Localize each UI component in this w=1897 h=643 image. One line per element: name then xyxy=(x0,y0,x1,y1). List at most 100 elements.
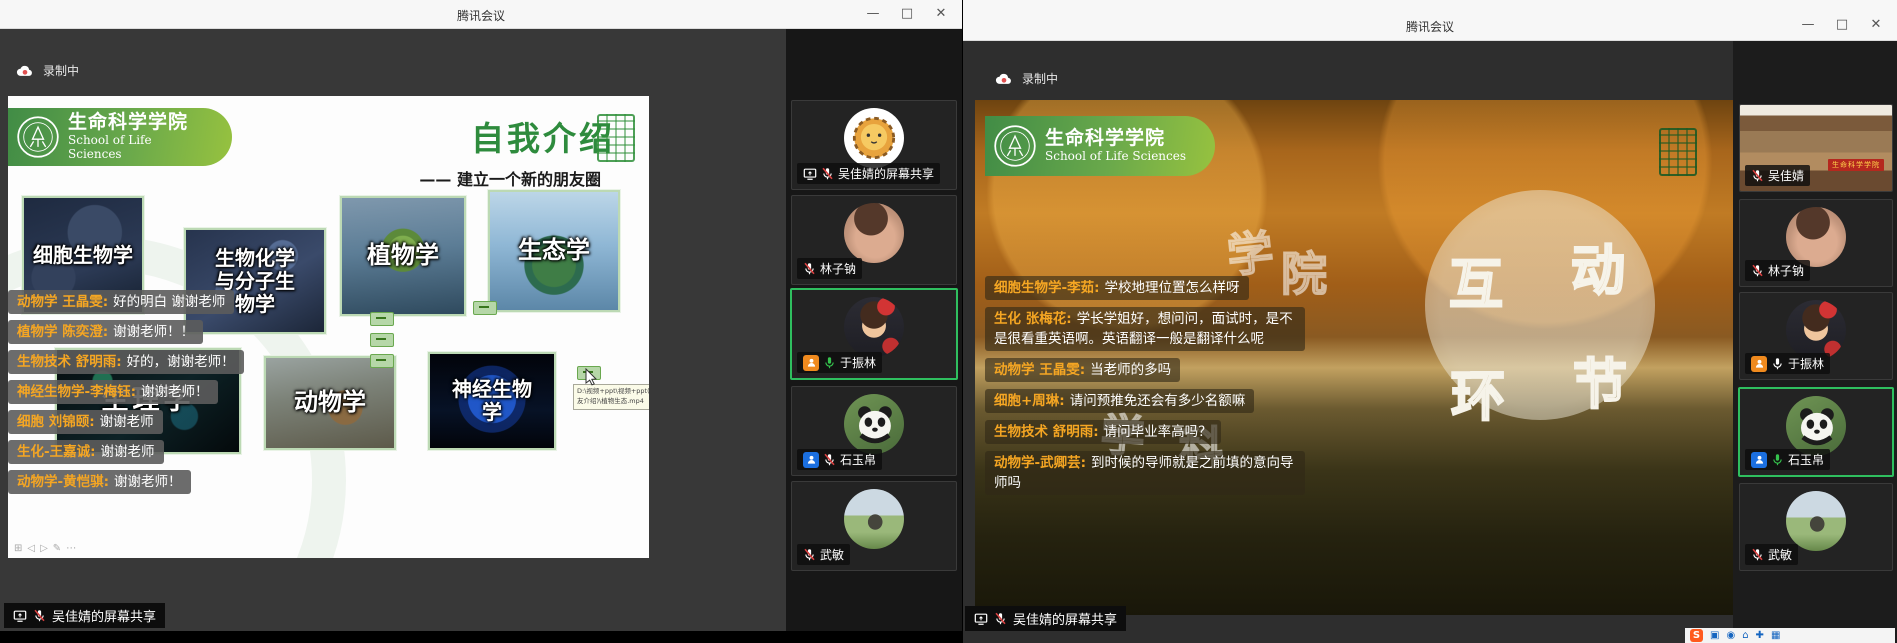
next-slide-icon[interactable]: ▷ xyxy=(40,543,48,554)
presenter-toolbar[interactable]: ⊞ ◁ ▷ ✎ ⋯ xyxy=(14,543,76,554)
participant-tile[interactable]: 吴佳婧的屏幕共享 xyxy=(791,100,957,190)
participant-name: 于振林 xyxy=(840,354,876,371)
chat-text: 请问预推免还会有多少名额嘛 xyxy=(1070,393,1246,409)
maximize-button[interactable]: □ xyxy=(890,4,924,24)
chat-sender: 生物技术 舒明雨: xyxy=(994,424,1099,440)
chat-message: 植物学 陈奕澄: 谢谢老师！！ xyxy=(8,320,203,344)
chat-overlay: 细胞生物学-李茹:学校地理位置怎么样呀 生化 张梅花:学长学姐好，想问问，面试时… xyxy=(985,276,1305,495)
member-badge-icon xyxy=(803,355,819,371)
chat-message: 动物学 王晶雯:好的明白 谢谢老师 xyxy=(8,290,234,314)
minimize-button[interactable]: — xyxy=(856,4,890,24)
more-icon[interactable]: ⋯ xyxy=(66,543,76,554)
panda-avatar-icon xyxy=(1786,396,1846,456)
taskbar-icon[interactable]: ▦ xyxy=(1771,629,1780,642)
mouse-cursor-icon xyxy=(585,368,597,386)
slide-subtitle: —— 建立一个新的朋友圈 xyxy=(419,166,601,190)
pen-icon[interactable]: ✎ xyxy=(53,543,61,554)
chat-sender: 细胞+周琳: xyxy=(994,393,1065,409)
participant-tile[interactable]: 于振林 xyxy=(790,288,958,380)
participant-tile[interactable]: 生命科学学院 吴佳婧 xyxy=(1739,104,1893,192)
member-badge-icon xyxy=(803,452,819,468)
participant-name: 石玉帛 xyxy=(1788,451,1824,468)
record-cloud-icon xyxy=(16,64,34,77)
chat-sender: 生化-王嘉诚: xyxy=(17,444,96,460)
subject-tile-ecology: 生态学 xyxy=(488,190,620,312)
grid-icon[interactable]: ⊞ xyxy=(14,543,22,554)
taskbar[interactable]: S ▣ ◉ ⌂ ✚ ▦ xyxy=(1685,628,1895,643)
participant-name: 于振林 xyxy=(1788,355,1824,372)
share-label-text: 吴佳婧的屏幕共享 xyxy=(1013,609,1117,628)
chat-sender: 动物学-武卿芸: xyxy=(994,455,1086,471)
college-name-cn: 生命科学学院 xyxy=(1045,128,1186,150)
circle-char: 环 xyxy=(1451,352,1505,431)
chat-overlay: 动物学 王晶雯:好的明白 谢谢老师 植物学 陈奕澄:谢谢老师！！ 生物技术 舒明… xyxy=(8,290,244,494)
taskbar-icon[interactable]: ◉ xyxy=(1726,629,1735,642)
participant-tile[interactable]: 石玉帛 xyxy=(1738,387,1894,477)
mic-active-icon xyxy=(1771,453,1784,466)
chat-sender: 植物学 陈奕澄: xyxy=(17,324,108,340)
participant-tile[interactable]: 于振林 xyxy=(1739,292,1893,380)
chat-message: 细胞+周琳: 请问预推免还会有多少名额嘛 xyxy=(985,389,1254,413)
chat-message: 动物学-武卿芸:到时候的导师就是之前填的意向导师吗 xyxy=(985,451,1305,495)
taskbar-icon[interactable]: ⌂ xyxy=(1742,629,1748,642)
video-link-button xyxy=(370,333,394,347)
video-link-button xyxy=(370,354,394,368)
close-button[interactable]: ✕ xyxy=(924,4,958,24)
chat-message: 动物学-黄恺骐:谢谢老师！ xyxy=(8,470,191,494)
titlebar: 腾讯会议 — □ ✕ xyxy=(963,0,1897,41)
mic-muted-icon xyxy=(803,548,816,561)
participants-sidebar: 生命科学学院 吴佳婧 林子钠 于振林 xyxy=(1733,40,1897,643)
participant-name: 武敏 xyxy=(820,546,844,563)
participant-tile[interactable]: 武敏 xyxy=(1739,483,1893,571)
video-link-button xyxy=(370,312,394,326)
green-seal-stamp xyxy=(1659,128,1697,176)
taskbar-icon[interactable]: ▣ xyxy=(1710,629,1719,642)
close-button[interactable]: ✕ xyxy=(1859,15,1893,35)
participant-tile[interactable]: 石玉帛 xyxy=(791,386,957,476)
circle-char: 动 xyxy=(1571,226,1625,305)
chat-message: 生化-王嘉诚: 谢谢老师 xyxy=(8,440,164,464)
participant-tile[interactable]: 林子钠 xyxy=(791,195,957,285)
college-logo-banner: 生命科学学院 School of Life Sciences xyxy=(985,116,1215,176)
maximize-button[interactable]: □ xyxy=(1825,15,1859,35)
shared-video: 生命科学学院 School of Life Sciences 学 院 学 科 互… xyxy=(975,100,1735,615)
avatar xyxy=(1786,207,1846,267)
chat-sender: 动物学 王晶雯: xyxy=(17,294,108,310)
participant-name: 石玉帛 xyxy=(840,451,876,468)
participant-name: 武敏 xyxy=(1768,546,1792,563)
college-name-en: School of Life Sciences xyxy=(1045,150,1186,164)
share-label-text: 吴佳婧的屏幕共享 xyxy=(52,606,156,625)
chat-sender: 生化 张梅花: xyxy=(994,311,1072,327)
avatar xyxy=(844,108,904,168)
chat-text: 谢谢老师 xyxy=(101,444,155,460)
avatar xyxy=(844,489,904,549)
slide-title: 自我介绍 xyxy=(471,112,615,160)
participant-tile[interactable]: 林子钠 xyxy=(1739,199,1893,287)
recording-indicator: 录制中 xyxy=(16,62,79,79)
recording-indicator: 录制中 xyxy=(995,70,1058,87)
college-name-en: School of Life Sciences xyxy=(68,134,206,162)
taskbar-icon[interactable]: ✚ xyxy=(1756,629,1764,642)
recording-label: 录制中 xyxy=(43,62,79,79)
avatar xyxy=(1786,396,1846,456)
panda-avatar-icon xyxy=(844,394,904,454)
chat-text: 谢谢老师！！ xyxy=(113,324,194,340)
chat-text: 谢谢老师！ xyxy=(141,384,209,400)
prev-slide-icon[interactable]: ◁ xyxy=(27,543,35,554)
participant-tile[interactable]: 武敏 xyxy=(791,481,957,571)
screen-share-label: 吴佳婧的屏幕共享 xyxy=(4,603,165,628)
s-app-icon[interactable]: S xyxy=(1690,629,1703,642)
chat-sender: 动物学 王晶雯: xyxy=(994,362,1085,378)
classroom-banner: 生命科学学院 xyxy=(1828,159,1884,171)
interactive-session-circle: 互 动 环 节 xyxy=(1425,190,1655,420)
college-logo-banner: 生命科学学院 School of Life Sciences xyxy=(8,108,232,166)
minimize-button[interactable]: — xyxy=(1791,15,1825,35)
circle-char: 互 xyxy=(1449,240,1503,319)
avatar xyxy=(844,394,904,454)
chat-text: 好的，谢谢老师！ xyxy=(127,354,235,370)
lion-avatar-icon xyxy=(844,108,904,168)
screen-share-icon xyxy=(803,167,817,181)
participants-sidebar: 吴佳婧的屏幕共享 林子钠 于振林 xyxy=(786,28,962,631)
chat-text: 学校地理位置怎么样呀 xyxy=(1105,280,1240,296)
chat-message: 细胞生物学-李茹:学校地理位置怎么样呀 xyxy=(985,276,1249,300)
